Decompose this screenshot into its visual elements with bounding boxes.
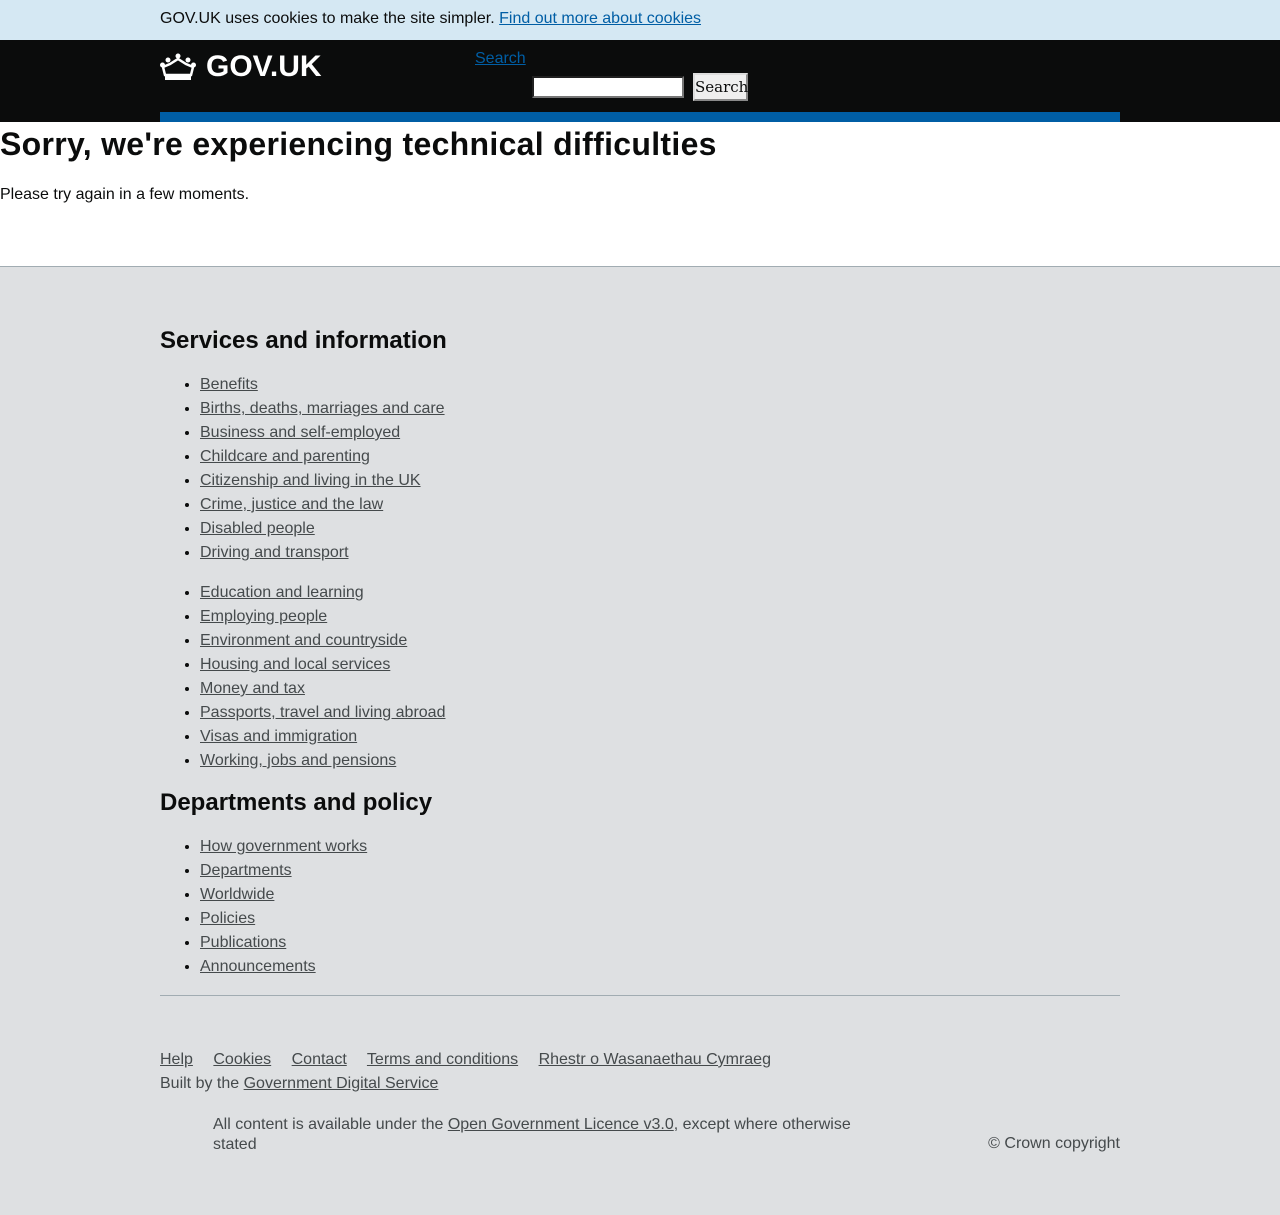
site-footer: Services and information Benefits Births… <box>0 267 1280 1215</box>
department-link[interactable]: How government works <box>200 838 367 855</box>
service-link[interactable]: Births, deaths, marriages and care <box>200 400 445 417</box>
service-link[interactable]: Housing and local services <box>200 656 390 673</box>
list-item: Education and learning <box>200 581 445 605</box>
department-link[interactable]: Departments <box>200 862 292 879</box>
ogl-link[interactable]: Open Government Licence v3.0 <box>448 1116 674 1133</box>
gds-link[interactable]: Government Digital Service <box>244 1075 439 1092</box>
header-accent-bar <box>160 112 1120 122</box>
built-by-text: Built by the <box>160 1075 240 1092</box>
search-link[interactable]: Search <box>475 50 526 68</box>
licence-notice: All content is available under the Open … <box>213 1115 873 1155</box>
list-item: Announcements <box>200 955 367 979</box>
list-item: Business and self-employed <box>200 421 445 445</box>
list-item: Money and tax <box>200 677 445 701</box>
service-link[interactable]: Education and learning <box>200 584 364 601</box>
page-title: Sorry, we're experiencing technical diff… <box>0 126 717 162</box>
list-item: Citizenship and living in the UK <box>200 469 445 493</box>
service-link[interactable]: Business and self-employed <box>200 424 400 441</box>
departments-heading: Departments and policy <box>160 789 433 816</box>
service-link[interactable]: Driving and transport <box>200 544 349 561</box>
list-item: Visas and immigration <box>200 725 445 749</box>
services-heading: Services and information <box>160 327 447 354</box>
service-link[interactable]: Passports, travel and living abroad <box>200 704 445 721</box>
site-header: GOV.UK Search Search <box>0 40 1280 122</box>
services-list-1: Benefits Births, deaths, marriages and c… <box>160 373 445 565</box>
list-item: Policies <box>200 907 367 931</box>
copyright-link[interactable]: © Crown copyright <box>988 1135 1120 1153</box>
list-item: Departments <box>200 859 367 883</box>
department-link[interactable]: Worldwide <box>200 886 274 903</box>
department-link[interactable]: Publications <box>200 934 286 951</box>
contact-link[interactable]: Contact <box>292 1051 347 1068</box>
service-link[interactable]: Disabled people <box>200 520 315 537</box>
built-by: Built by the Government Digital Service <box>160 1075 438 1093</box>
cookie-banner: GOV.UK uses cookies to make the site sim… <box>0 0 1280 40</box>
footer-meta-links: Help Cookies Contact Terms and condition… <box>160 1051 787 1069</box>
service-link[interactable]: Benefits <box>200 376 258 393</box>
govuk-logo-link[interactable]: GOV.UK <box>160 50 322 84</box>
search-input[interactable] <box>532 76 684 98</box>
services-list-2: Education and learning Employing people … <box>160 581 445 773</box>
departments-list: How government works Departments Worldwi… <box>160 835 367 979</box>
list-item: Disabled people <box>200 517 445 541</box>
list-item: Benefits <box>200 373 445 397</box>
licence-prefix: All content is available under the <box>213 1116 444 1133</box>
terms-link[interactable]: Terms and conditions <box>367 1051 518 1068</box>
service-link[interactable]: Working, jobs and pensions <box>200 752 396 769</box>
department-link[interactable]: Policies <box>200 910 255 927</box>
error-message: Please try again in a few moments. <box>0 186 250 203</box>
cookie-message: GOV.UK uses cookies to make the site sim… <box>160 10 495 27</box>
list-item: Worldwide <box>200 883 367 907</box>
service-link[interactable]: Childcare and parenting <box>200 448 370 465</box>
help-link[interactable]: Help <box>160 1051 193 1068</box>
list-item: Crime, justice and the law <box>200 493 445 517</box>
list-item: Working, jobs and pensions <box>200 749 445 773</box>
cookies-link[interactable]: Cookies <box>213 1051 271 1068</box>
search-button[interactable]: Search <box>693 73 748 101</box>
list-item: Driving and transport <box>200 541 445 565</box>
service-link[interactable]: Crime, justice and the law <box>200 496 383 513</box>
list-item: Environment and countryside <box>200 629 445 653</box>
department-link[interactable]: Announcements <box>200 958 316 975</box>
service-link[interactable]: Visas and immigration <box>200 728 357 745</box>
service-link[interactable]: Money and tax <box>200 680 305 697</box>
service-link[interactable]: Environment and countryside <box>200 632 407 649</box>
list-item: Passports, travel and living abroad <box>200 701 445 725</box>
list-item: Housing and local services <box>200 653 445 677</box>
list-item: Childcare and parenting <box>200 445 445 469</box>
cookie-info-link[interactable]: Find out more about cookies <box>499 10 701 27</box>
list-item: How government works <box>200 835 367 859</box>
logo-text: GOV.UK <box>206 50 322 83</box>
list-item: Employing people <box>200 605 445 629</box>
welsh-services-link[interactable]: Rhestr o Wasanaethau Cymraeg <box>539 1051 771 1068</box>
list-item: Births, deaths, marriages and care <box>200 397 445 421</box>
service-link[interactable]: Citizenship and living in the UK <box>200 472 421 489</box>
main-content: Sorry, we're experiencing technical diff… <box>0 122 1280 267</box>
crown-icon <box>160 53 196 80</box>
footer-divider <box>160 995 1120 996</box>
service-link[interactable]: Employing people <box>200 608 327 625</box>
list-item: Publications <box>200 931 367 955</box>
